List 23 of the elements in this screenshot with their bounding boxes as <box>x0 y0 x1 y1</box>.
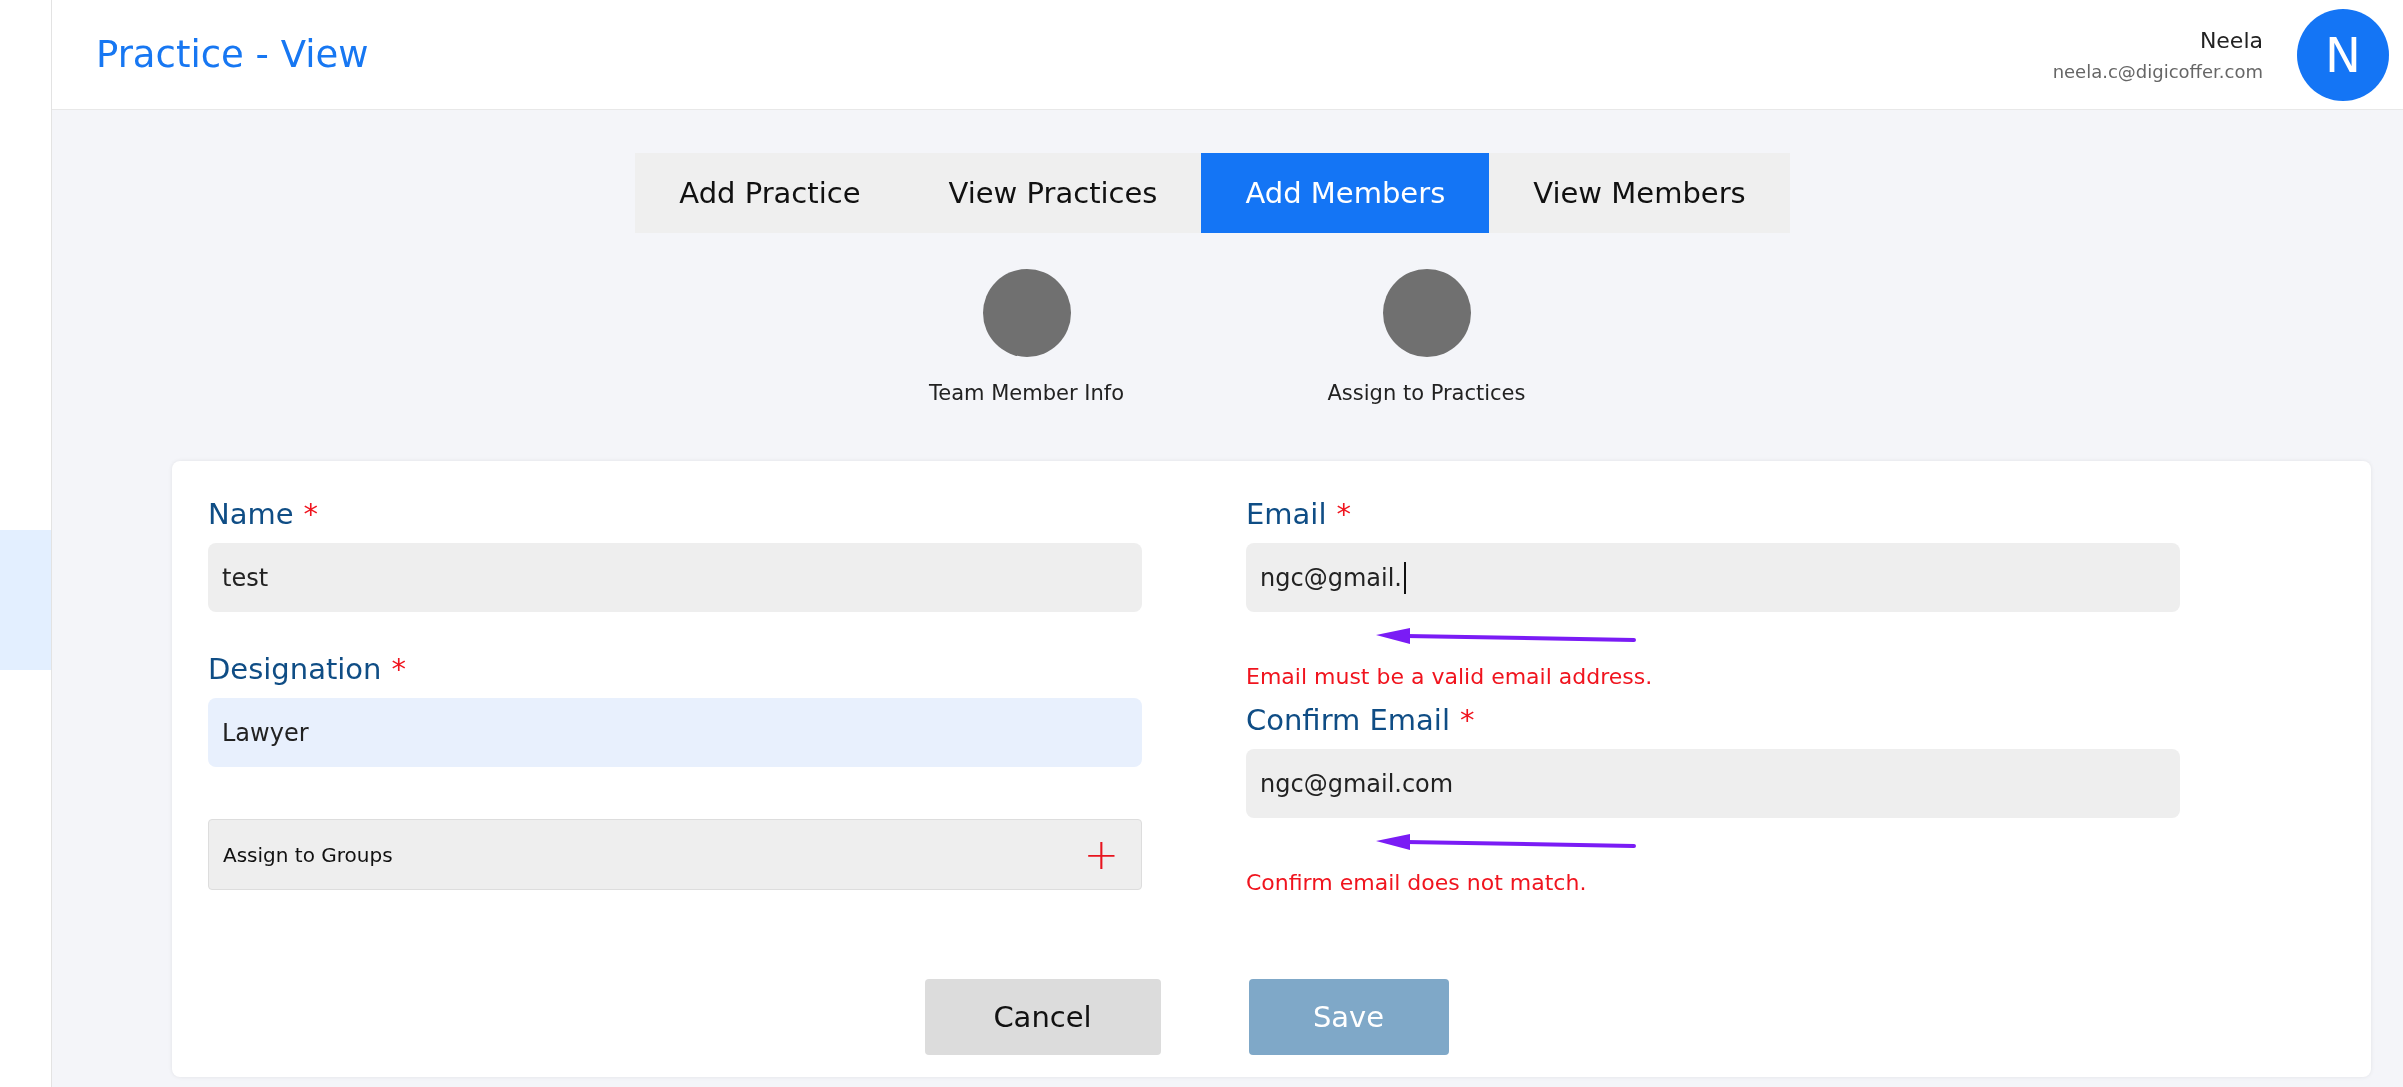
field-label: Email * <box>1246 497 1352 531</box>
cancel-button[interactable]: Cancel <box>924 979 1161 1055</box>
assign-groups-button[interactable]: Assign to Groups + <box>208 819 1142 890</box>
input-field[interactable]: ngc@gmail. <box>1246 543 2180 612</box>
page-title: Practice - View <box>96 33 369 76</box>
user-avatar[interactable]: N <box>2297 8 2389 101</box>
user-name: Neela <box>2199 27 2263 53</box>
tab[interactable]: Add Practice <box>635 153 905 233</box>
tab[interactable]: View Members <box>1489 153 1790 233</box>
field-label: Designation * <box>208 652 407 686</box>
sidebar-item[interactable] <box>0 530 51 670</box>
input-field[interactable]: ngc@gmail.com <box>1246 749 2180 818</box>
field-label: Confirm Email * <box>1246 703 1476 737</box>
tab[interactable]: Add Members <box>1201 153 1490 233</box>
user-email: neela.c@digicoffer.com <box>2052 60 2263 82</box>
input-field[interactable]: Lawyer <box>208 698 1142 767</box>
tab[interactable]: View Practices <box>904 153 1202 233</box>
field-label: Name * <box>208 497 320 531</box>
input-field[interactable]: test <box>208 543 1142 612</box>
error-message: Email must be a valid email address. <box>1246 664 1653 689</box>
step-label: Team Member Info <box>929 381 1124 405</box>
error-message: Confirm email does not match. <box>1246 870 1587 895</box>
step-label: Assign to Practices <box>1327 381 1526 405</box>
